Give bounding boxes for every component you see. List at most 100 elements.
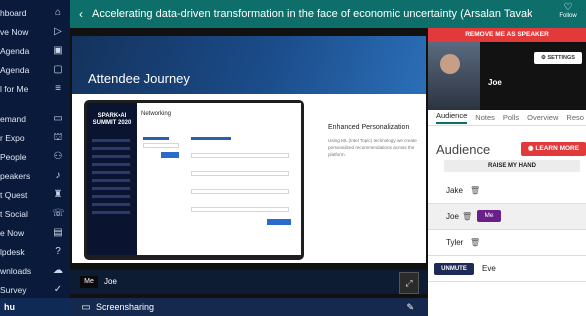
chat-icon: ☏ [52,208,65,219]
help-icon: ? [55,246,61,257]
chevron-left-icon[interactable]: ‹ [70,7,92,21]
sidebar-item-label: lpdesk [0,247,25,257]
audience-row: Joe 🗑 Me [428,204,586,230]
screen-sidebar: SPARK•AI SUMMIT 2020 [87,103,137,255]
tab-audience[interactable]: Audience [436,111,468,124]
speaker-camera-name: Joe [488,78,502,87]
audience-member-name: Tyler [446,238,464,247]
slide-side-text: Enhanced Personalization Using ML (Intel… [328,124,422,158]
sidebar-item-label: l for Me [0,84,29,94]
booth-icon: ⛫ [53,132,63,143]
presentation-slide: Attendee Journey SPARK•AI SUMMIT 2020 Ne… [72,36,426,263]
audience-member-name: Joe [446,212,459,221]
slide-side-paragraph: Using ML (Intel Topic) technology we cre… [328,138,417,157]
screen-nav-line [92,179,130,182]
tab-resources[interactable]: Reso [566,113,584,122]
sidebar-item-label: Agenda [0,46,30,56]
unmute-button[interactable]: UNMUTE [434,263,474,275]
learn-more-button[interactable]: ◉ LEARN MORE [521,142,586,156]
survey-check-icon: ✓ [53,284,63,295]
play-icon: ▷ [54,26,62,37]
sidebar-footer: hu [0,298,70,316]
audience-row: Jake 🗑 [428,178,586,204]
sidebar-item-label: People [0,152,27,162]
speaker-camera: Joe ⚙ SETTINGS [428,42,586,110]
app-root: hboard ⌂ ve Now ▷ Agenda ▣ Agenda ▢ l fo… [0,0,586,316]
screen-nav-line [92,187,130,190]
screen-field [191,153,289,158]
screen-nav-line [92,155,130,158]
screen-field [191,189,289,194]
audience-row: Tyler 🗑 [428,230,586,256]
sidebar-item-label: e Now [0,228,25,238]
audience-row: UNMUTE Eve [428,256,586,282]
screen-button [161,152,179,158]
sliders-icon: ≡ [55,83,61,94]
screen-nav-line [92,211,130,214]
screen-nav-line [92,171,130,174]
raise-hand-button[interactable]: RAISE MY HAND [444,160,580,172]
settings-button[interactable]: ⚙ SETTINGS [534,52,582,64]
screen-field [143,143,179,148]
screen-field [191,171,289,176]
audience-title: Audience [436,142,491,157]
screen-nav-line [92,203,130,206]
microphone-icon: ♪ [55,170,61,181]
slide-title: Attendee Journey [88,71,190,86]
panel-tabs: Audience Notes Polls Overview Reso [428,110,586,126]
trash-icon[interactable]: 🗑 [470,186,480,195]
screen-brand: SPARK•AI SUMMIT 2020 [91,113,133,127]
sidebar-item-for-me[interactable]: l for Me ≡ [0,78,70,100]
speaker-head [440,54,460,74]
sidebar-item-label: peakers [0,171,31,181]
slide-side-title: Enhanced Personalization [328,124,410,131]
audience-member-name: Eve [482,264,496,273]
screen-nav-line [92,147,130,150]
screen-field [191,207,289,212]
cloud-download-icon: ☁ [53,265,63,276]
follow-label: Follow [559,13,577,19]
tv-icon: ▤ [53,227,63,238]
sidebar-item-label: Agenda [0,65,30,75]
screen-heading: Networking [141,111,172,117]
sidebar-item-label: ve Now [0,27,29,37]
expand-icon[interactable]: ⤢ [399,272,419,294]
tab-polls[interactable]: Polls [503,113,519,122]
trophy-icon: ♜ [53,189,63,200]
trash-icon[interactable]: 🗑 [470,238,480,247]
speaker-video [428,42,480,110]
screen-brand-line1: SPARK•AI [97,113,127,119]
calendar-icon: ▢ [53,64,63,75]
presenter-bar [70,270,428,294]
screen-brand-line2: SUMMIT 2020 [92,120,132,126]
screen-nav-line [92,163,130,166]
screen-button [267,219,291,225]
audience-member-name: Jake [446,186,463,195]
screen-nav-line [92,139,130,142]
sidebar-item-label: t Social [0,209,28,219]
tab-notes[interactable]: Notes [475,113,495,122]
sidebar-item-label: r Expo [0,133,25,143]
screen-content: Networking [141,107,297,251]
sidebar: hboard ⌂ ve Now ▷ Agenda ▣ Agenda ▢ l fo… [0,0,70,316]
sidebar-item-label: hboard [0,8,27,18]
screen-label [191,137,231,140]
trash-icon[interactable]: 🗑 [462,212,472,221]
right-panel: REMOVE ME AS SPEAKER Joe ⚙ SETTINGS Audi… [428,28,586,316]
sidebar-item-label: emand [0,114,26,124]
sidebar-item-label: Survey [0,285,27,295]
screensharing-bar[interactable]: ▭ Screensharing ✎ [70,298,428,316]
presenter-name: Joe [104,277,117,286]
laptop-mockup: SPARK•AI SUMMIT 2020 Networking [84,100,304,260]
me-tag: Me [477,210,501,222]
tab-overview[interactable]: Overview [527,113,558,122]
session-header: ‹ Accelerating data-driven transformatio… [70,0,586,28]
me-badge: Me [80,276,98,288]
calendar-plus-icon: ▣ [53,45,63,56]
slide-banner: Attendee Journey [72,36,426,94]
heart-icon: ♡ [563,2,573,13]
follow-button[interactable]: ♡ Follow [554,2,582,20]
pin-icon[interactable]: ✎ [406,302,414,313]
remove-speaker-button[interactable]: REMOVE ME AS SPEAKER [428,28,586,42]
screen-label [143,137,169,140]
